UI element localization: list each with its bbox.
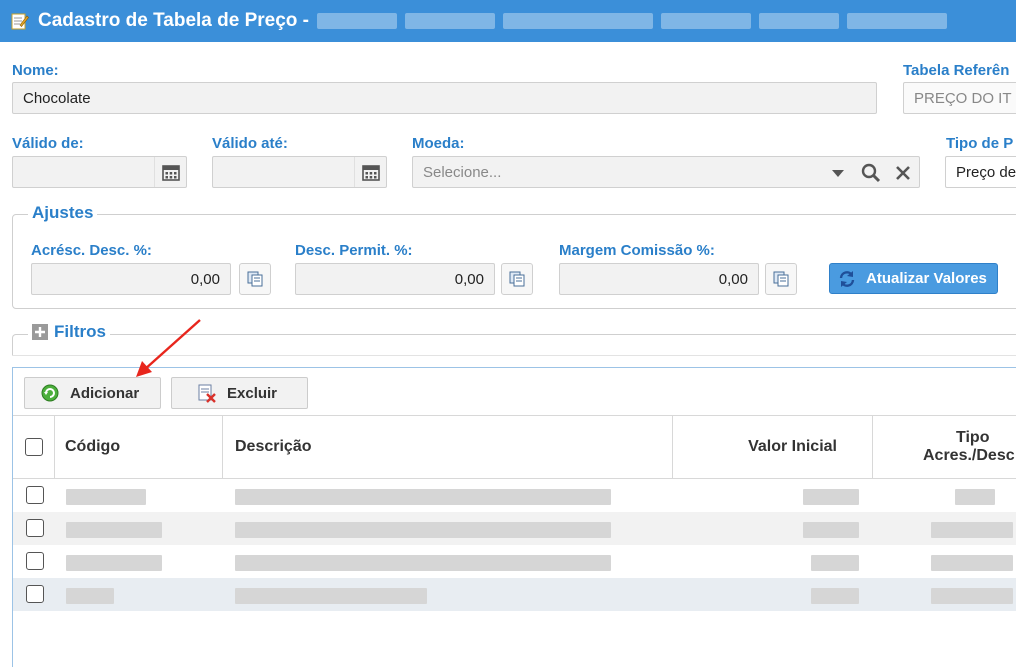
copy-icon[interactable] [501, 263, 533, 295]
tipo-label: Tipo de P [946, 135, 1014, 152]
copy-icon[interactable] [239, 263, 271, 295]
tabela-referencia-input[interactable]: PREÇO DO IT [903, 82, 1016, 114]
redacted-cell [235, 555, 611, 571]
valido-ate-label: Válido até: [212, 135, 288, 152]
calendar-icon[interactable] [154, 157, 186, 187]
calendar-icon[interactable] [354, 157, 386, 187]
edit-icon [10, 11, 30, 31]
moeda-placeholder: Selecione... [423, 163, 502, 181]
desc-permit-input[interactable]: 0,00 [295, 263, 495, 295]
desc-permit-label: Desc. Permit. %: [295, 242, 413, 259]
moeda-label: Moeda: [412, 135, 465, 152]
tabela-referencia-label: Tabela Referên [903, 62, 1010, 79]
row-checkbox[interactable] [26, 519, 44, 537]
tipo-select[interactable]: Preço de [945, 156, 1016, 188]
excluir-label: Excluir [227, 384, 278, 402]
redacted-title-2 [405, 13, 496, 29]
table-row[interactable] [13, 479, 1016, 512]
table-row[interactable] [13, 578, 1016, 611]
redacted-title-1 [317, 13, 398, 29]
redacted-title-6 [847, 13, 948, 29]
filtros-toggle[interactable]: Filtros [28, 322, 110, 342]
col-descricao[interactable]: Descrição [223, 416, 673, 478]
margem-comissao-label: Margem Comissão %: [559, 242, 715, 259]
col-tipo-line1: Tipo [956, 429, 990, 446]
redacted-cell [931, 588, 1013, 604]
margem-comissao-input[interactable]: 0,00 [559, 263, 759, 295]
close-icon[interactable] [895, 165, 911, 185]
redacted-cell [235, 588, 427, 604]
moeda-select[interactable]: Selecione... [412, 156, 920, 188]
redacted-cell [811, 555, 859, 571]
atualizar-valores-label: Atualizar Valores [866, 270, 987, 287]
redacted-cell [66, 588, 114, 604]
redacted-cell [931, 555, 1013, 571]
redacted-title-5 [759, 13, 840, 29]
redacted-cell [811, 588, 859, 604]
col-tipo-line2: Acres./Desc [923, 447, 1015, 464]
redacted-title-3 [503, 13, 654, 29]
plus-icon [32, 324, 48, 340]
filtros-legend: Filtros [54, 322, 106, 341]
valido-ate-input[interactable] [212, 156, 387, 188]
select-all-checkbox[interactable] [24, 438, 43, 456]
valido-de-label: Válido de: [12, 135, 84, 152]
col-valor-inicial[interactable]: Valor Inicial [673, 416, 873, 478]
redacted-title-4 [661, 13, 752, 29]
adicionar-label: Adicionar [70, 384, 140, 402]
price-table-grid: Adicionar Excluir Código Descrição Valor… [12, 367, 1016, 667]
nome-label: Nome: [12, 62, 59, 79]
table-row[interactable] [13, 512, 1016, 545]
table-row[interactable] [13, 545, 1016, 578]
redacted-cell [66, 522, 162, 538]
window-titlebar: Cadastro de Tabela de Preço - [0, 0, 1016, 42]
valido-de-input[interactable] [12, 156, 187, 188]
redacted-cell [931, 522, 1013, 538]
add-icon [41, 384, 59, 402]
atualizar-valores-button[interactable]: Atualizar Valores [829, 263, 998, 294]
redacted-cell [235, 489, 611, 505]
nome-input[interactable]: Chocolate [12, 82, 877, 114]
redacted-cell [235, 522, 611, 538]
redacted-cell [803, 489, 859, 505]
redacted-cell [955, 489, 995, 505]
page-title: Cadastro de Tabela de Preço - [38, 10, 310, 31]
annotation-arrow [136, 319, 201, 377]
row-checkbox[interactable] [26, 486, 44, 504]
redacted-cell [803, 522, 859, 538]
row-checkbox[interactable] [26, 552, 44, 570]
ajustes-legend: Ajustes [28, 203, 98, 223]
delete-icon [197, 383, 217, 403]
copy-icon[interactable] [765, 263, 797, 295]
acresc-desc-input[interactable]: 0,00 [31, 263, 231, 295]
col-codigo[interactable]: Código [55, 416, 223, 478]
search-icon[interactable] [861, 163, 881, 187]
redacted-cell [66, 489, 146, 505]
col-tipo-acres-desc[interactable]: Tipo Acres./Desc [873, 416, 1016, 478]
redacted-cell [66, 555, 162, 571]
row-checkbox[interactable] [26, 585, 44, 603]
chevron-down-icon[interactable] [831, 166, 845, 183]
select-all-header [13, 416, 55, 478]
refresh-icon [838, 270, 856, 288]
acresc-desc-label: Acrésc. Desc. %: [31, 242, 152, 259]
